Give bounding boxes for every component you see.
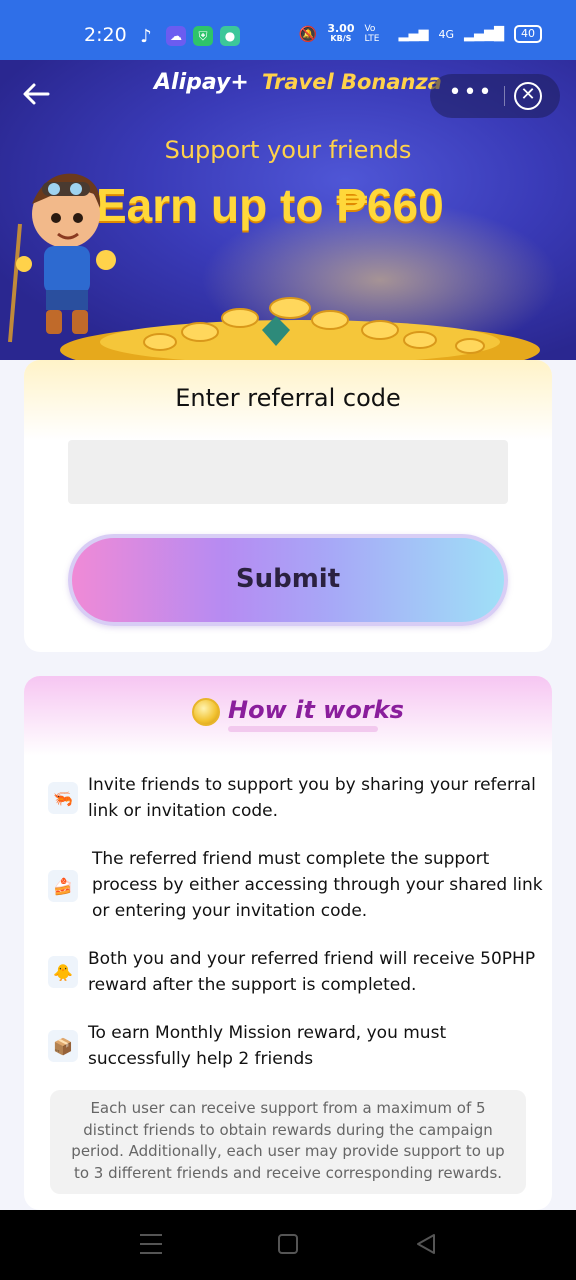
invite-icon: 🦐 <box>48 782 78 814</box>
battery-icon: 40 <box>514 25 542 43</box>
network-speed: 3.00 KB/S <box>327 23 354 44</box>
system-nav-bar <box>0 1210 576 1280</box>
network-type: 4G <box>438 27 454 41</box>
weather-app-icon: ☁ <box>166 26 186 46</box>
submit-button[interactable]: Submit <box>68 534 508 626</box>
step-text: Both you and your referred friend will r… <box>88 949 536 995</box>
mini-app-capsule: ••• ✕ <box>430 74 560 118</box>
status-icons: 🔕 3.00 KB/S Vo LTE ▂▄▆ 4G ▂▄▆█ 40 <box>298 23 542 44</box>
step-text: To earn Monthly Mission reward, you must… <box>88 1023 447 1069</box>
step-text: The referred friend must complete the su… <box>92 849 543 921</box>
shield-app-icon: ⛨ <box>193 26 213 46</box>
hero-title: Earn up to ₱660 <box>96 179 444 231</box>
submit-label: Submit <box>235 564 341 594</box>
brand-name: Alipay+ <box>154 70 249 95</box>
signal-icon: ▂▄▆ <box>398 26 429 42</box>
title-underline <box>228 726 378 732</box>
hero-banner: Alipay+ Travel Bonanza ••• ✕ Support you… <box>0 60 576 360</box>
signal2-icon: ▂▄▆█ <box>464 26 504 42</box>
back-arrow-icon[interactable] <box>20 78 60 118</box>
back-triangle-icon[interactable] <box>414 1232 438 1256</box>
gold-coins-pile <box>60 297 540 360</box>
step-text: Invite friends to support you by sharing… <box>88 775 536 821</box>
status-time: 2:20 <box>84 24 127 46</box>
home-icon[interactable] <box>278 1234 298 1254</box>
campaign-name: Travel Bonanza <box>262 70 442 94</box>
campaign-note: Each user can receive support from a max… <box>50 1090 526 1194</box>
capsule-divider <box>504 86 505 106</box>
how-it-works-card: How it works 🦐 Invite friends to support… <box>24 676 552 1210</box>
hero-subtitle: Support your friends <box>164 136 412 164</box>
referral-title: Enter referral code <box>175 384 401 412</box>
volte-label: Vo LTE <box>364 24 380 44</box>
status-bar: 2:20 ♪ ☁ ⛨ ● 🔕 3.00 KB/S Vo LTE ▂▄▆ 4G ▂… <box>0 0 576 60</box>
referral-card: Enter referral code Submit <box>24 360 552 652</box>
chat-app-icon: ● <box>220 26 240 46</box>
reward-icon: 🐥 <box>48 956 78 988</box>
speed-unit: KB/S <box>330 34 352 43</box>
support-icon: 🍰 <box>48 870 78 902</box>
how-it-works-title: How it works <box>228 696 404 724</box>
mission-icon: 📦 <box>48 1030 78 1062</box>
coin-icon <box>192 698 220 726</box>
tiktok-icon: ♪ <box>140 25 152 47</box>
mute-bell-icon: 🔕 <box>298 25 318 43</box>
more-dots-icon[interactable]: ••• <box>446 80 496 112</box>
close-circle-icon[interactable]: ✕ <box>514 82 542 110</box>
referral-code-input[interactable] <box>68 440 508 504</box>
recent-apps-icon[interactable] <box>140 1234 162 1256</box>
